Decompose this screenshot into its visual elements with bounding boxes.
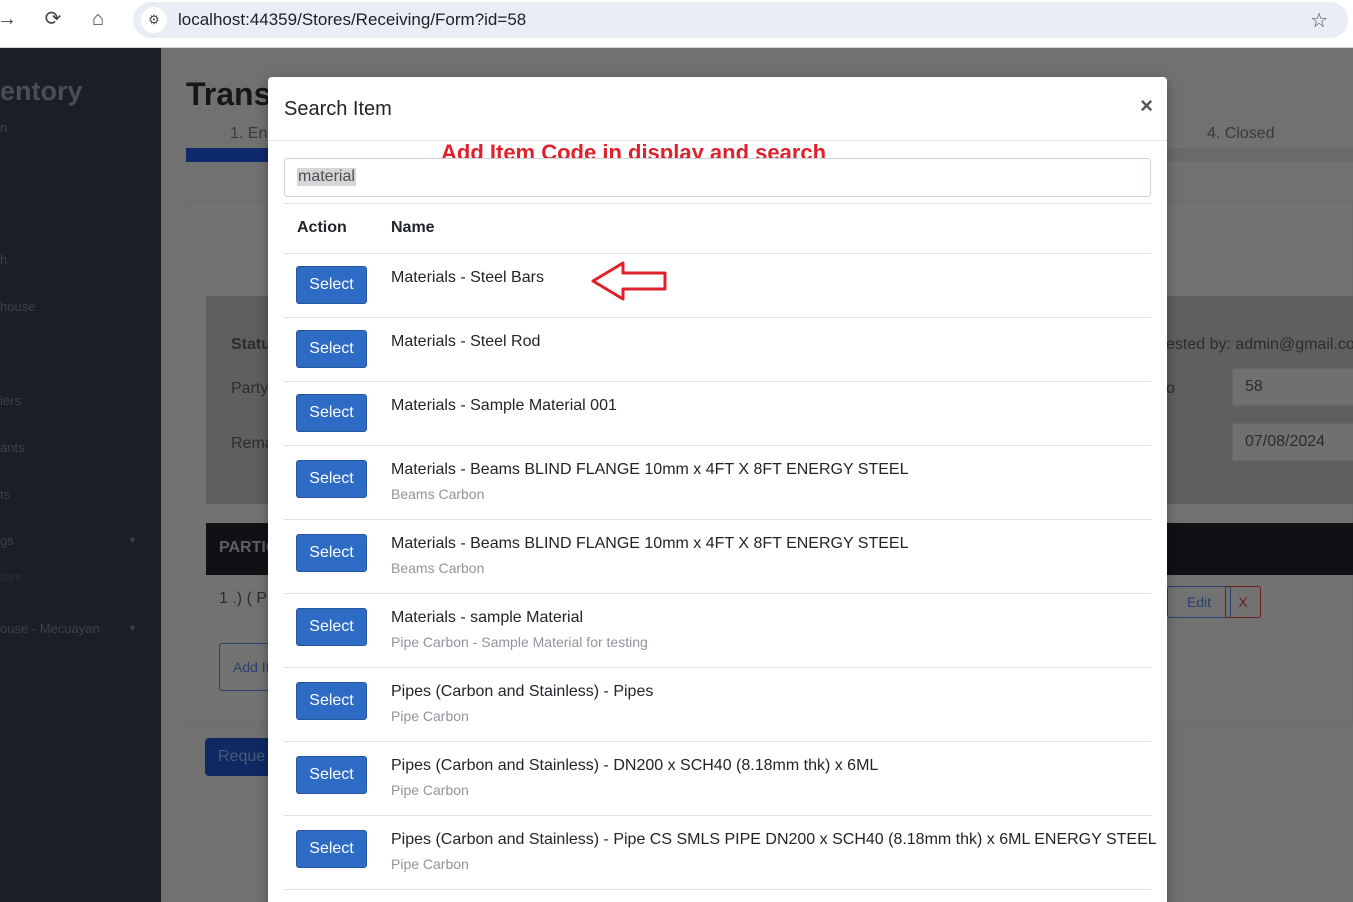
item-category: Pipe Carbon - Sample Material for testin… xyxy=(391,634,648,650)
close-icon[interactable]: × xyxy=(1140,94,1153,118)
select-button[interactable]: Select xyxy=(296,534,367,572)
back-arrow-icon[interactable]: → xyxy=(0,6,20,32)
page-title: Trans xyxy=(186,76,272,112)
site-settings-icon[interactable]: ⚙ xyxy=(141,7,167,33)
item-name: Materials - sample Material xyxy=(391,609,584,626)
item-category: Pipe Carbon xyxy=(391,856,469,872)
sidebar-item[interactable]: gs xyxy=(0,533,14,548)
select-button[interactable]: Select xyxy=(296,682,367,720)
item-name: Materials - Beams BLIND FLANGE 10mm x 4F… xyxy=(391,535,909,552)
item-name: Pipes (Carbon and Stainless) - Pipe CS S… xyxy=(391,831,1157,848)
table-row: Select Materials - sample Material Pipe Ca… xyxy=(284,594,1151,668)
table-row: Select Pipes (Carbon and Stainless) - Pip… xyxy=(284,668,1151,742)
item-category: Pipe Carbon xyxy=(391,782,469,798)
home-icon[interactable]: ⌂ xyxy=(85,6,111,32)
item-name: Materials - Steel Bars xyxy=(391,269,544,286)
sidebar-item[interactable]: ts xyxy=(0,487,10,502)
step-label: 4. Closed xyxy=(1207,125,1275,142)
reload-icon[interactable]: ⟳ xyxy=(40,6,66,32)
table-row: Select Pipes (Carbon and Stainless) - Pip… xyxy=(284,816,1157,890)
column-header-action: Action xyxy=(297,219,347,236)
star-icon[interactable]: ☆ xyxy=(1310,8,1328,33)
item-name: Pipes (Carbon and Stainless) - DN200 x S… xyxy=(391,757,879,774)
select-button[interactable]: Select xyxy=(296,608,367,646)
item-category: Pipe Carbon xyxy=(391,708,469,724)
item-category: Beams Carbon xyxy=(391,486,485,502)
party-label: Party xyxy=(231,380,269,397)
modal-title: Search Item xyxy=(284,98,392,120)
status-label: Statu xyxy=(231,336,271,353)
select-button[interactable]: Select xyxy=(296,756,367,794)
step-label: 1. En xyxy=(230,125,268,142)
sidebar: entory n h house iers ants ts gs ▼ tore … xyxy=(0,48,161,902)
search-item-modal: Search Item × Add Item Code in display a… xyxy=(268,77,1167,902)
table-row: Select Materials - Steel Bars xyxy=(284,254,1151,318)
field-label: o xyxy=(1166,380,1175,397)
url-text[interactable]: localhost:44359/Stores/Receiving/Form?id… xyxy=(178,10,526,30)
sidebar-item[interactable]: house xyxy=(0,299,35,314)
select-button[interactable]: Select xyxy=(296,330,367,368)
id-field[interactable]: 58 xyxy=(1232,368,1353,406)
sidebar-item[interactable]: tore xyxy=(0,569,22,584)
left-arrow-icon xyxy=(591,261,667,301)
sidebar-item[interactable]: ouse - Mecuayan xyxy=(0,621,100,636)
select-button[interactable]: Select xyxy=(296,830,367,868)
caret-down-icon: ▼ xyxy=(128,623,137,633)
table-row: Select Materials - Steel Rod xyxy=(284,318,1151,382)
results-table: Action Name Select Materials - Steel Bars… xyxy=(284,203,1157,890)
requested-by-text: ested by: admin@gmail.co xyxy=(1166,336,1353,353)
item-name: Materials - Sample Material 001 xyxy=(391,397,617,414)
item-name: Pipes (Carbon and Stainless) - Pipes xyxy=(391,683,654,700)
item-name: Materials - Beams BLIND FLANGE 10mm x 4F… xyxy=(391,461,909,478)
table-row: Select Materials - Beams BLIND FLANGE 10m… xyxy=(284,446,1151,520)
sidebar-item[interactable]: iers xyxy=(0,393,21,408)
table-row: Select Materials - Sample Material 001 xyxy=(284,382,1151,446)
edit-button[interactable]: Edit xyxy=(1167,586,1231,618)
table-body: Select Materials - Steel Bars Select Materi… xyxy=(284,254,1157,890)
particular-row: 1 .) ( P xyxy=(219,590,268,607)
sidebar-title: entory xyxy=(0,76,83,106)
sidebar-item[interactable]: h xyxy=(0,252,7,267)
modal-header: Search Item × xyxy=(268,77,1167,141)
table-header: Action Name xyxy=(284,203,1151,254)
sidebar-item[interactable]: ants xyxy=(0,440,25,455)
sidebar-item[interactable]: n xyxy=(0,120,7,135)
select-button[interactable]: Select xyxy=(296,460,367,498)
item-category: Beams Carbon xyxy=(391,560,485,576)
remove-button[interactable]: X xyxy=(1225,586,1261,618)
date-field[interactable]: 07/08/2024 xyxy=(1232,423,1353,461)
address-bar[interactable]: ⚙ localhost:44359/Stores/Receiving/Form?… xyxy=(133,2,1348,38)
select-button[interactable]: Select xyxy=(296,266,367,304)
table-row: Select Materials - Beams BLIND FLANGE 10m… xyxy=(284,520,1151,594)
browser-toolbar: → ⟳ ⌂ ⚙ localhost:44359/Stores/Receiving… xyxy=(0,0,1353,48)
caret-down-icon: ▼ xyxy=(128,535,137,545)
column-header-name: Name xyxy=(391,219,435,236)
select-button[interactable]: Select xyxy=(296,394,367,432)
search-input[interactable] xyxy=(284,158,1151,197)
table-row: Select Pipes (Carbon and Stainless) - DN2… xyxy=(284,742,1151,816)
item-name: Materials - Steel Rod xyxy=(391,333,541,350)
